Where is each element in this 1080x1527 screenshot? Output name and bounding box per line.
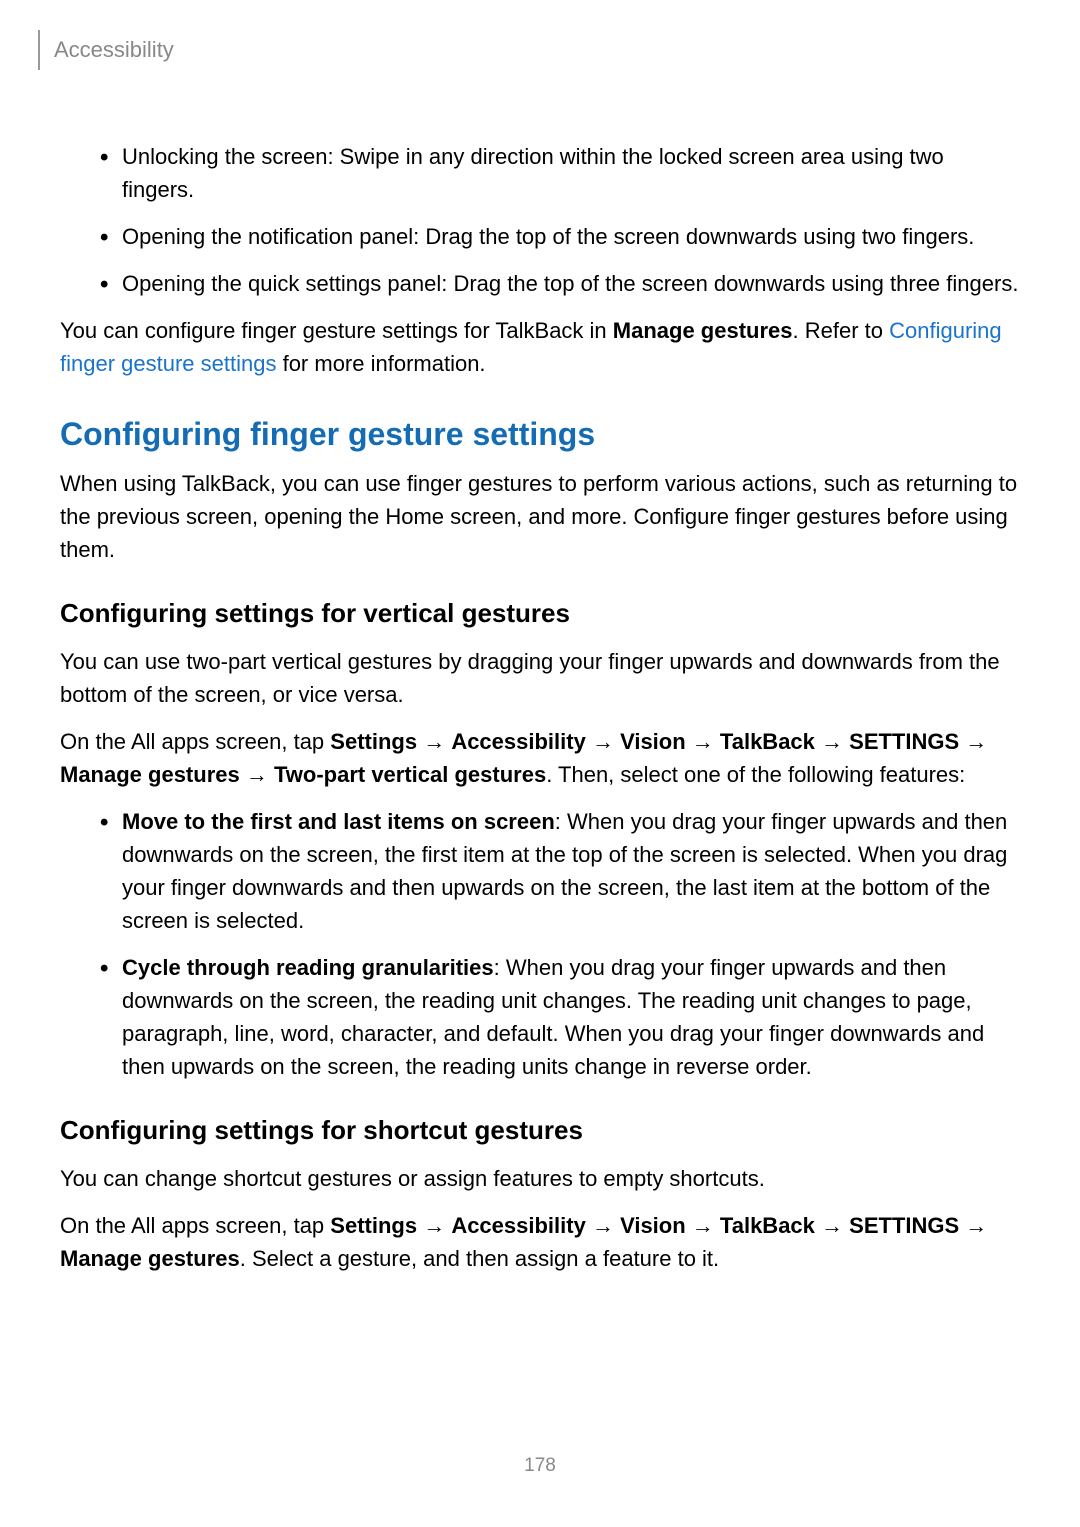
page-number: 178 <box>0 1455 1080 1477</box>
arrow-icon: → <box>959 1213 987 1238</box>
list-item: Opening the notification panel: Drag the… <box>100 220 1020 253</box>
bullet-list-1: Unlocking the screen: Swipe in any direc… <box>60 140 1020 300</box>
nav-path-item: Vision <box>620 1213 686 1238</box>
nav-path-item: Manage gestures <box>60 762 240 787</box>
bold-text: Move to the first and last items on scre… <box>122 809 555 834</box>
paragraph-nav-path-1: On the All apps screen, tap Settings → A… <box>60 725 1020 791</box>
text: On the All apps screen, tap <box>60 1213 330 1238</box>
nav-path-item: Manage gestures <box>60 1246 240 1271</box>
list-item: Opening the quick settings panel: Drag t… <box>100 267 1020 300</box>
paragraph-manage-gestures: You can configure finger gesture setting… <box>60 314 1020 380</box>
text: . Refer to <box>793 318 890 343</box>
nav-path-item: TalkBack <box>720 729 815 754</box>
arrow-icon: → <box>417 1213 451 1238</box>
nav-path-item: Settings <box>330 1213 417 1238</box>
paragraph-nav-path-2: On the All apps screen, tap Settings → A… <box>60 1209 1020 1275</box>
text: . Then, select one of the following feat… <box>546 762 965 787</box>
subheading-vertical-gestures: Configuring settings for vertical gestur… <box>60 598 1020 629</box>
arrow-icon: → <box>240 762 274 787</box>
text: for more information. <box>276 351 485 376</box>
text: . Select a gesture, and then assign a fe… <box>240 1246 719 1271</box>
nav-path-item: Accessibility <box>451 729 586 754</box>
paragraph: When using TalkBack, you can use finger … <box>60 467 1020 566</box>
arrow-icon: → <box>686 729 720 754</box>
arrow-icon: → <box>586 729 620 754</box>
list-item: Move to the first and last items on scre… <box>100 805 1020 937</box>
bold-text: Cycle through reading granularities <box>122 955 494 980</box>
nav-path-item: Settings <box>330 729 417 754</box>
heading-configuring-finger-gesture-settings: Configuring finger gesture settings <box>60 416 1020 453</box>
bold-text: Manage gestures <box>613 318 793 343</box>
subheading-shortcut-gestures: Configuring settings for shortcut gestur… <box>60 1115 1020 1146</box>
list-item: Cycle through reading granularities: Whe… <box>100 951 1020 1083</box>
bullet-list-2: Move to the first and last items on scre… <box>60 805 1020 1083</box>
list-item: Unlocking the screen: Swipe in any direc… <box>100 140 1020 206</box>
nav-path-item: Vision <box>620 729 686 754</box>
header-breadcrumb: Accessibility <box>54 37 174 63</box>
nav-path-item: Two-part vertical gestures <box>274 762 546 787</box>
text: On the All apps screen, tap <box>60 729 330 754</box>
nav-path-item: TalkBack <box>720 1213 815 1238</box>
arrow-icon: → <box>417 729 451 754</box>
nav-path-item: SETTINGS <box>849 1213 959 1238</box>
arrow-icon: → <box>686 1213 720 1238</box>
header-divider <box>38 30 40 70</box>
text: You can configure finger gesture setting… <box>60 318 613 343</box>
nav-path-item: SETTINGS <box>849 729 959 754</box>
arrow-icon: → <box>586 1213 620 1238</box>
arrow-icon: → <box>815 729 849 754</box>
header: Accessibility <box>38 30 1020 70</box>
paragraph: You can change shortcut gestures or assi… <box>60 1162 1020 1195</box>
nav-path-item: Accessibility <box>451 1213 586 1238</box>
arrow-icon: → <box>959 729 987 754</box>
arrow-icon: → <box>815 1213 849 1238</box>
paragraph: You can use two-part vertical gestures b… <box>60 645 1020 711</box>
